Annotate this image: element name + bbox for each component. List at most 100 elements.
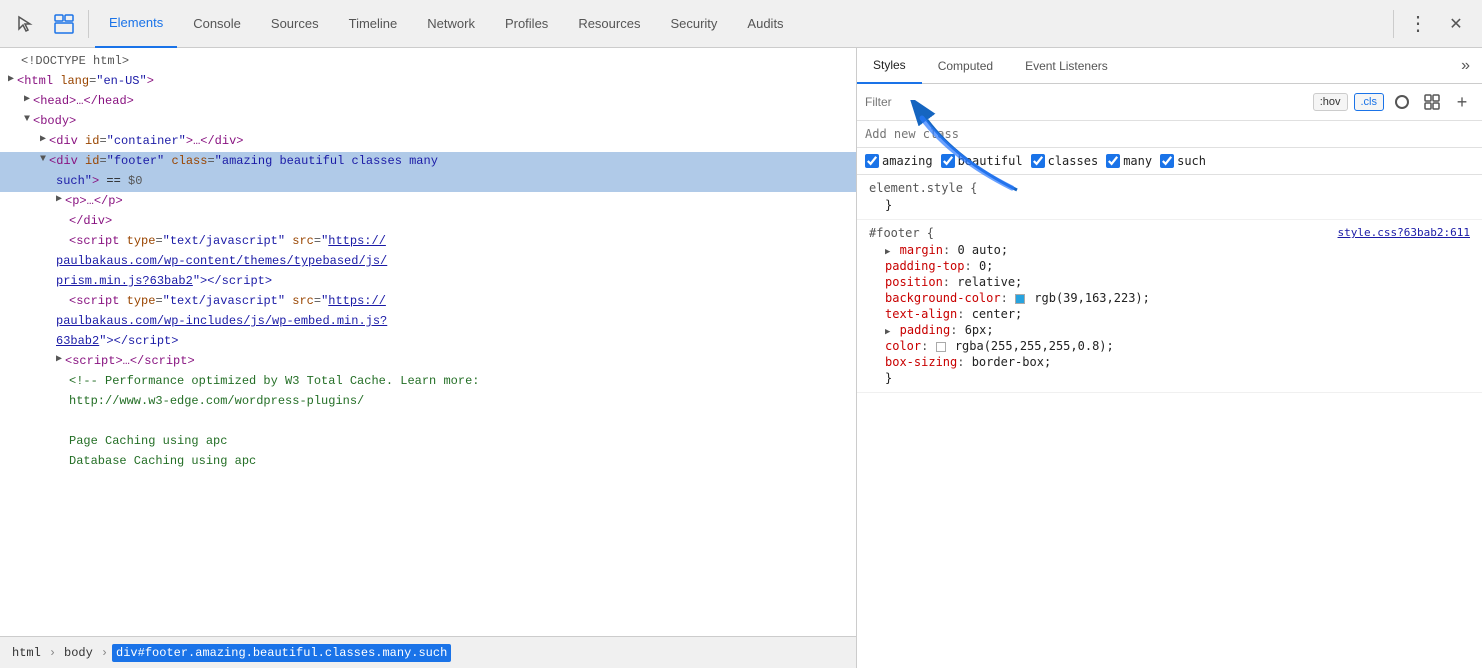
breadcrumb-body[interactable]: body — [60, 644, 97, 662]
class-label-amazing: amazing — [882, 154, 933, 168]
toolbar-separator — [88, 10, 89, 38]
element-select-button[interactable] — [46, 6, 82, 42]
container-triangle[interactable]: ▶ — [40, 132, 46, 148]
color-swatch[interactable] — [936, 342, 946, 352]
class-item-classes: classes — [1031, 154, 1099, 168]
prop-background-color: background-color: rgb(39,163,223); — [869, 290, 1470, 306]
prop-position: position: relative; — [869, 274, 1470, 290]
main-area: <!DOCTYPE html> ▶ <html lang="en-US" > ▶… — [0, 48, 1482, 668]
palette-icon-button[interactable] — [1390, 90, 1414, 114]
html-triangle[interactable]: ▶ — [8, 72, 14, 88]
tab-elements[interactable]: Elements — [95, 0, 177, 48]
doctype-line: <!DOCTYPE html> — [0, 52, 856, 72]
element-style-selector: element.style { — [869, 181, 1470, 195]
prop-color: color: rgba(255,255,255,0.8); — [869, 338, 1470, 354]
devtools-toolbar: Elements Console Sources Timeline Networ… — [0, 0, 1482, 48]
tab-computed[interactable]: Computed — [922, 48, 1009, 84]
tab-audits[interactable]: Audits — [733, 0, 797, 48]
comment1-line: <!-- Performance optimized by W3 Total C… — [0, 372, 856, 392]
tab-timeline[interactable]: Timeline — [335, 0, 412, 48]
styles-filter-input[interactable] — [865, 95, 1307, 109]
tab-network[interactable]: Network — [413, 0, 489, 48]
hov-button[interactable]: :hov — [1313, 93, 1348, 111]
elements-content[interactable]: <!DOCTYPE html> ▶ <html lang="en-US" > ▶… — [0, 48, 856, 636]
body-open-line: ▼ <body> — [0, 112, 856, 132]
class-label-beautiful: beautiful — [958, 154, 1023, 168]
styles-content[interactable]: element.style { } #footer { style.css?63… — [857, 175, 1482, 668]
prop-text-align: text-align: center; — [869, 306, 1470, 322]
blank-line — [0, 412, 856, 432]
breadcrumb-footer[interactable]: div#footer.amazing.beautiful.classes.man… — [112, 644, 451, 662]
prop-margin: ▶ margin: 0 auto; — [869, 242, 1470, 258]
footer-rule-source[interactable]: style.css?63bab2:611 — [1338, 226, 1470, 239]
more-tools-button[interactable]: ⋮ — [1400, 6, 1436, 42]
class-checkboxes: amazing beautiful classes many such — [857, 148, 1482, 175]
script1-url-line2: prism.min.js?63bab2"></script> — [0, 272, 856, 292]
class-checkbox-many[interactable] — [1106, 154, 1120, 168]
cursor-tool-button[interactable] — [8, 6, 44, 42]
styles-filter-bar: :hov .cls + — [857, 84, 1482, 121]
class-label-classes: classes — [1048, 154, 1099, 168]
padding-triangle[interactable]: ▶ — [885, 327, 890, 337]
body-triangle[interactable]: ▼ — [24, 112, 30, 128]
styles-more-button[interactable]: » — [1449, 48, 1482, 83]
head-line: ▶ <head>…</head> — [0, 92, 856, 112]
tab-event-listeners[interactable]: Event Listeners — [1009, 48, 1124, 84]
class-checkbox-classes[interactable] — [1031, 154, 1045, 168]
footer-selector: #footer { style.css?63bab2:611 — [869, 226, 1470, 240]
styles-panel: Styles Computed Event Listeners » :hov .… — [857, 48, 1482, 668]
script2-url-line2: 63bab2"></script> — [0, 332, 856, 352]
class-checkbox-beautiful[interactable] — [941, 154, 955, 168]
breadcrumb-bar: html › body › div#footer.amazing.beautif… — [0, 636, 856, 668]
tab-resources[interactable]: Resources — [564, 0, 654, 48]
class-item-amazing: amazing — [865, 154, 933, 168]
tab-security[interactable]: Security — [656, 0, 731, 48]
comment3-line: Page Caching using apc — [0, 432, 856, 452]
script1-line: <script type="text/javascript" src="http… — [0, 232, 856, 252]
prop-box-sizing: box-sizing: border-box; — [869, 354, 1470, 370]
class-label-such: such — [1177, 154, 1206, 168]
element-style-rule: element.style { } — [857, 175, 1482, 220]
breadcrumb-html[interactable]: html — [8, 644, 45, 662]
comment2-line: http://www.w3-edge.com/wordpress-plugins… — [0, 392, 856, 412]
script1-url-line: paulbakaus.com/wp-content/themes/typebas… — [0, 252, 856, 272]
styles-tabs: Styles Computed Event Listeners » — [857, 48, 1482, 84]
div-container-line: ▶ <div id="container" >…</div> — [0, 132, 856, 152]
div-footer-line-cont: such"> == $0 — [0, 172, 856, 192]
p-line: ▶ <p>…</p> — [0, 192, 856, 212]
prop-padding-top: padding-top: 0; — [869, 258, 1470, 274]
add-class-input[interactable] — [865, 127, 1474, 141]
cls-button[interactable]: .cls — [1354, 93, 1385, 111]
class-checkbox-such[interactable] — [1160, 154, 1174, 168]
tab-profiles[interactable]: Profiles — [491, 0, 562, 48]
close-devtools-button[interactable]: ✕ — [1438, 6, 1474, 42]
div-close-line: </div> — [0, 212, 856, 232]
margin-triangle[interactable]: ▶ — [885, 247, 890, 257]
class-label-many: many — [1123, 154, 1152, 168]
class-item-beautiful: beautiful — [941, 154, 1023, 168]
prop-padding: ▶ padding: 6px; — [869, 322, 1470, 338]
tab-console[interactable]: Console — [179, 0, 255, 48]
class-item-many: many — [1106, 154, 1152, 168]
add-rule-button[interactable]: + — [1450, 90, 1474, 114]
add-class-bar — [857, 121, 1482, 148]
footer-rule-close: } — [869, 370, 1470, 386]
background-color-swatch[interactable] — [1015, 294, 1025, 304]
toolbar-separator-2 — [1393, 10, 1394, 38]
tab-styles[interactable]: Styles — [857, 48, 922, 84]
head-triangle[interactable]: ▶ — [24, 92, 30, 108]
tab-sources[interactable]: Sources — [257, 0, 333, 48]
comment4-line: Database Caching using apc — [0, 452, 856, 472]
div-footer-line[interactable]: ▼ <div id="footer" class="amazing beauti… — [0, 152, 856, 172]
class-checkbox-amazing[interactable] — [865, 154, 879, 168]
p-triangle[interactable]: ▶ — [56, 192, 62, 208]
footer-rule: #footer { style.css?63bab2:611 ▶ margin:… — [857, 220, 1482, 393]
script3-triangle[interactable]: ▶ — [56, 352, 62, 368]
html-open-line: ▶ <html lang="en-US" > — [0, 72, 856, 92]
grid-icon-button[interactable] — [1420, 90, 1444, 114]
script3-line: ▶ <script>…</script> — [0, 352, 856, 372]
footer-triangle[interactable]: ▼ — [40, 152, 46, 168]
script2-line: <script type="text/javascript" src="http… — [0, 292, 856, 312]
element-style-close: } — [869, 197, 1470, 213]
script2-url-line: paulbakaus.com/wp-includes/js/wp-embed.m… — [0, 312, 856, 332]
